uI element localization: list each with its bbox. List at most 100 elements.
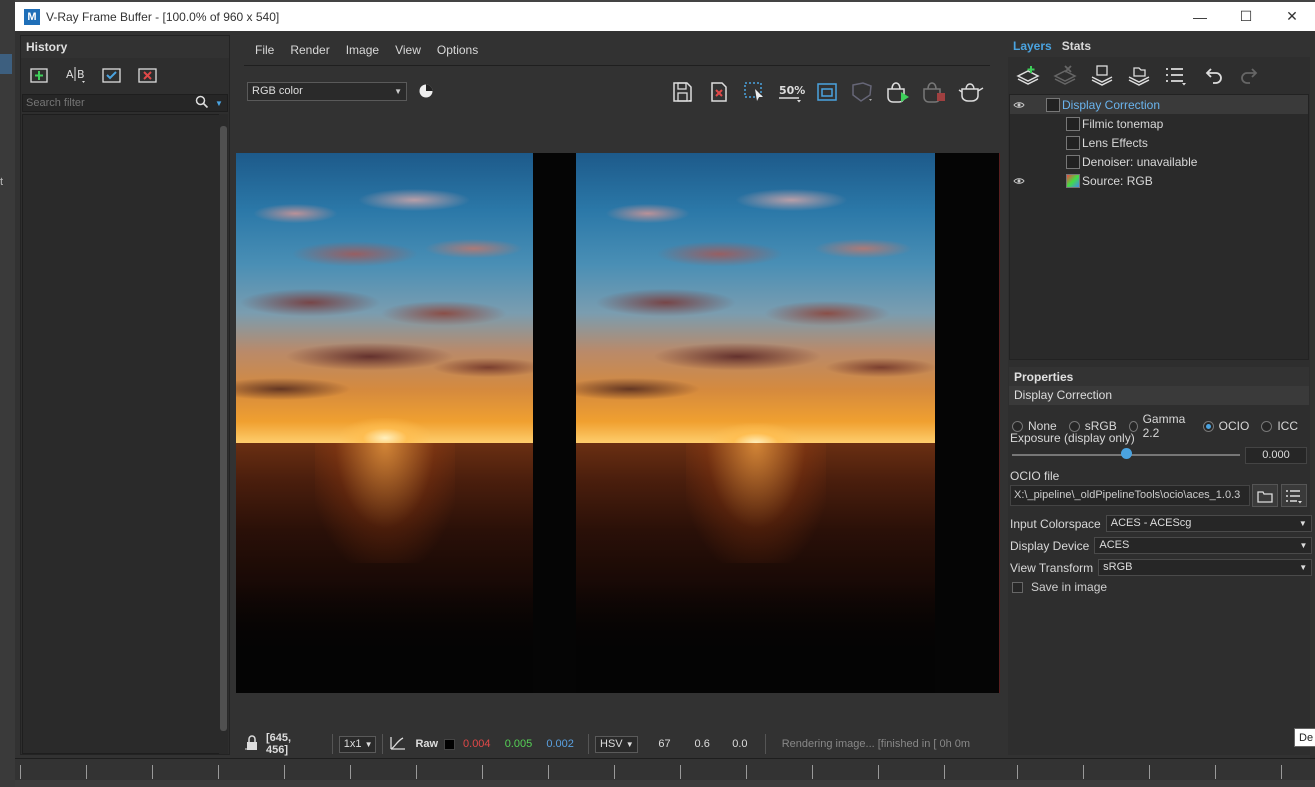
exposure-spinbox[interactable]: 0.000 [1245, 447, 1307, 464]
value-value: 0.0 [732, 738, 748, 750]
layer-presets-icon[interactable] [1162, 63, 1190, 87]
display-correction-icon [1046, 97, 1060, 112]
radio-label: OCIO [1218, 419, 1250, 433]
layer-display-correction[interactable]: Display Correction [1010, 95, 1308, 114]
vray-logo-icon: M [24, 8, 40, 25]
ocio-file-path[interactable]: X:\_pipeline\_oldPipelineTools\ocio\aces… [1010, 485, 1250, 506]
save-to-history-icon[interactable] [27, 64, 53, 86]
layer-denoiser[interactable]: Denoiser: unavailable [1010, 152, 1308, 171]
render-status-message: Rendering image... [finished in [ 0h 0m [781, 738, 971, 750]
background-selection [0, 54, 12, 74]
history-scrollbar[interactable] [219, 114, 228, 754]
menu-options[interactable]: Options [429, 40, 486, 60]
rgb-source-icon [1066, 173, 1080, 188]
eye-icon[interactable] [1013, 98, 1027, 112]
save-layers-icon[interactable] [1088, 63, 1116, 87]
ab-compare-icon[interactable]: AB [63, 64, 89, 86]
denoiser-icon [1066, 154, 1080, 169]
minimize-icon[interactable]: — [1177, 2, 1223, 31]
menu-file[interactable]: File [247, 40, 282, 60]
save-in-image-checkbox[interactable] [1012, 581, 1023, 593]
load-layers-icon[interactable] [1125, 63, 1153, 87]
tab-layers[interactable]: Layers [1008, 35, 1057, 57]
eye-icon[interactable] [1013, 174, 1027, 188]
chevron-down-icon: ▼ [364, 739, 373, 749]
add-layer-icon[interactable] [1014, 63, 1042, 87]
clear-image-icon[interactable] [704, 78, 734, 106]
redo-icon[interactable] [1236, 63, 1264, 87]
layer-source-rgb[interactable]: Source: RGB [1010, 171, 1308, 190]
menu-view[interactable]: View [387, 40, 429, 60]
curve-icon[interactable] [389, 735, 407, 754]
timeline-strip[interactable] [15, 758, 1315, 787]
save-in-image-label: Save in image [1031, 580, 1108, 594]
teapot-icon[interactable] [956, 78, 986, 106]
display-device-label: Display Device [1010, 538, 1090, 553]
layers-panel: Layers Stats Display Correction Filmic t… [1008, 35, 1313, 755]
lock-icon[interactable] [848, 78, 878, 106]
color-mode-select[interactable]: HSV ▼ [595, 735, 638, 753]
layer-lens-effects[interactable]: Lens Effects [1010, 133, 1308, 152]
history-list[interactable] [22, 114, 220, 754]
radio-gamma[interactable]: Gamma 2.2 [1128, 412, 1191, 440]
radio-ocio[interactable]: OCIO [1202, 412, 1250, 440]
chevron-down-icon: ▼ [394, 87, 402, 96]
load-check-icon[interactable] [99, 64, 125, 86]
menu-render[interactable]: Render [282, 40, 337, 60]
image-toolbar: 50% [668, 78, 986, 106]
search-icon[interactable] [195, 95, 209, 112]
radio-label: Gamma 2.2 [1142, 412, 1186, 440]
ocio-options-icon[interactable] [1281, 484, 1307, 507]
radio-label: ICC [1277, 419, 1298, 433]
search-input[interactable] [23, 97, 191, 109]
sampling-select[interactable]: 1x1 ▼ [338, 735, 377, 753]
input-colorspace-value: ACES - ACEScg [1110, 517, 1192, 529]
render-stop-icon[interactable] [920, 78, 950, 106]
browse-folder-icon[interactable] [1252, 484, 1278, 507]
radio-icc[interactable]: ICC [1261, 412, 1298, 440]
search-options-chevron-icon[interactable]: ▼ [215, 99, 223, 108]
frame-icon[interactable] [812, 78, 842, 106]
history-toolbar: AB [27, 64, 161, 86]
close-icon[interactable]: ✕ [1269, 2, 1315, 31]
input-colorspace-label: Input Colorspace [1010, 516, 1101, 531]
view-transform-row: View Transform sRGB ▼ [1010, 559, 1313, 576]
layers-tabs: Layers Stats [1008, 35, 1310, 57]
save-in-image-row: Save in image [1012, 580, 1107, 594]
zoom-icon[interactable]: 50% [776, 78, 806, 106]
mono-toggle-icon[interactable] [418, 83, 434, 99]
channel-select[interactable]: RGB color ▼ [247, 82, 407, 101]
region-select-icon[interactable] [740, 78, 770, 106]
exposure-slider-handle[interactable] [1120, 448, 1132, 459]
status-bar: [645, 456] 1x1 ▼ Raw 0.004 0.005 0.002 HS… [236, 732, 1000, 756]
layer-label: Denoiser: unavailable [1082, 154, 1198, 169]
menu-image[interactable]: Image [338, 40, 387, 60]
input-colorspace-select[interactable]: ACES - ACEScg ▼ [1105, 515, 1312, 532]
tab-stats[interactable]: Stats [1057, 35, 1096, 57]
maximize-icon[interactable]: ☐ [1223, 2, 1269, 31]
history-panel: History AB ▼ [20, 35, 230, 755]
layer-label: Filmic tonemap [1082, 116, 1164, 131]
render-start-icon[interactable] [884, 78, 914, 106]
remove-icon[interactable] [135, 64, 161, 86]
render-viewport[interactable] [236, 153, 1000, 693]
layer-label: Display Correction [1062, 97, 1161, 112]
search-box: ▼ [22, 94, 228, 112]
pixel-lock-icon[interactable] [244, 734, 260, 754]
layer-filmic-tonemap[interactable]: Filmic tonemap [1010, 114, 1308, 133]
save-image-icon[interactable] [668, 78, 698, 106]
properties-section-title: Display Correction [1009, 386, 1309, 405]
blue-value: 0.002 [546, 738, 574, 750]
saturation-value: 0.6 [694, 738, 710, 750]
rendered-image-left [236, 153, 533, 693]
chevron-down-icon: ▼ [1299, 541, 1308, 550]
remove-layer-icon[interactable] [1051, 63, 1079, 87]
display-device-select[interactable]: ACES ▼ [1094, 537, 1313, 554]
undo-icon[interactable] [1199, 63, 1227, 87]
layer-toolbar [1014, 63, 1264, 87]
layer-label: Source: RGB [1082, 173, 1153, 188]
view-transform-select[interactable]: sRGB ▼ [1098, 559, 1313, 576]
tooltip: De [1294, 728, 1315, 747]
channel-select-value: RGB color [252, 85, 303, 97]
ocio-file-label: OCIO file [1010, 469, 1060, 483]
